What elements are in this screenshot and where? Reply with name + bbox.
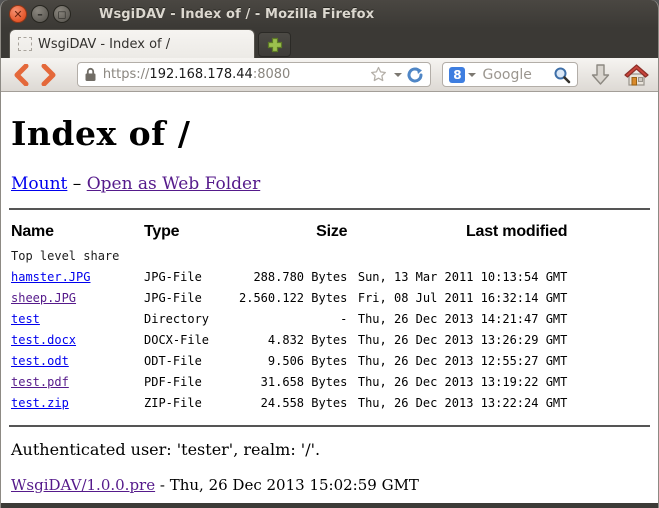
file-type: Directory <box>144 308 239 329</box>
table-row: hamster.JPG JPG-File 288.780 Bytes Sun, … <box>11 266 567 287</box>
column-header-name: Name <box>11 219 144 245</box>
file-size: 24.558 Bytes <box>239 392 347 413</box>
column-header-last-modified: Last modified <box>347 219 567 245</box>
page-title: Index of / <box>11 114 650 153</box>
search-engine-icon[interactable]: 8 <box>449 67 465 83</box>
table-row: test Directory - Thu, 26 Dec 2013 14:21:… <box>11 308 567 329</box>
file-modified: Thu, 26 Dec 2013 13:22:24 GMT <box>347 392 567 413</box>
file-modified: Fri, 08 Jul 2011 16:32:14 GMT <box>347 287 567 308</box>
file-type: JPG-File <box>144 266 239 287</box>
file-modified: Thu, 26 Dec 2013 13:19:22 GMT <box>347 371 567 392</box>
auth-status: Authenticated user: 'tester', realm: '/'… <box>11 440 650 459</box>
reload-icon[interactable] <box>406 66 424 84</box>
file-type: JPG-File <box>144 287 239 308</box>
file-size: 2.560.122 Bytes <box>239 287 347 308</box>
action-links: Mount – Open as Web Folder <box>11 174 650 194</box>
url-text: https://192.168.178.44:8080 <box>103 67 371 82</box>
search-magnifier-icon[interactable] <box>553 66 571 84</box>
file-size: 4.832 Bytes <box>239 329 347 350</box>
file-link[interactable]: test.odt <box>11 354 69 368</box>
tab-favicon-placeholder-icon <box>18 37 32 51</box>
table-row: test.odt ODT-File 9.506 Bytes Thu, 26 De… <box>11 350 567 371</box>
url-host: 192.168.178.44 <box>149 67 252 82</box>
file-link[interactable]: sheep.JPG <box>11 291 76 305</box>
file-size: 288.780 Bytes <box>239 266 347 287</box>
footer-timestamp: - Thu, 26 Dec 2013 15:02:59 GMT <box>155 476 419 494</box>
url-bar[interactable]: https://192.168.178.44:8080 <box>77 62 432 87</box>
share-caption: Top level share <box>11 245 567 266</box>
top-divider <box>9 208 650 210</box>
browser-tab[interactable]: WsgiDAV - Index of / <box>9 29 255 58</box>
table-header-row: Name Type Size Last modified <box>11 219 567 245</box>
file-type: ODT-File <box>144 350 239 371</box>
table-row: test.pdf PDF-File 31.658 Bytes Thu, 26 D… <box>11 371 567 392</box>
column-header-size: Size <box>239 219 347 245</box>
back-chevron-icon <box>12 64 32 86</box>
file-modified: Thu, 26 Dec 2013 13:26:29 GMT <box>347 329 567 350</box>
navigation-toolbar: https://192.168.178.44:8080 8 Google <box>1 58 658 92</box>
file-size: - <box>239 308 347 329</box>
window-title: WsgiDAV - Index of / - Mozilla Firefox <box>99 7 374 22</box>
table-row: sheep.JPG JPG-File 2.560.122 Bytes Fri, … <box>11 287 567 308</box>
forward-chevron-icon <box>38 64 58 86</box>
page-content: Index of / Mount – Open as Web Folder Na… <box>1 92 658 503</box>
search-placeholder: Google <box>482 67 553 83</box>
column-header-type: Type <box>144 219 239 245</box>
bookmark-star-icon[interactable] <box>370 66 387 83</box>
home-icon <box>623 63 650 87</box>
file-link[interactable]: test.docx <box>11 333 76 347</box>
table-row: test.zip ZIP-File 24.558 Bytes Thu, 26 D… <box>11 392 567 413</box>
bookmark-dropdown-icon[interactable] <box>394 73 402 77</box>
file-link[interactable]: hamster.JPG <box>11 270 90 284</box>
url-scheme: https:// <box>103 67 150 82</box>
file-type: PDF-File <box>144 371 239 392</box>
lock-icon <box>84 67 97 82</box>
file-size: 9.506 Bytes <box>239 350 347 371</box>
file-type: ZIP-File <box>144 392 239 413</box>
titlebar: ✕ – ◻ WsgiDAV - Index of / - Mozilla Fir… <box>1 0 658 28</box>
plus-icon <box>267 37 283 53</box>
link-separator: – <box>73 174 82 194</box>
file-table: Name Type Size Last modified Top level s… <box>11 219 567 413</box>
wsgidav-version-link[interactable]: WsgiDAV/1.0.0.pre <box>11 476 155 494</box>
tab-title: WsgiDAV - Index of / <box>38 37 170 52</box>
search-engine-dropdown-icon[interactable] <box>468 73 476 77</box>
browser-window: ✕ – ◻ WsgiDAV - Index of / - Mozilla Fir… <box>0 0 659 508</box>
file-table-body: hamster.JPG JPG-File 288.780 Bytes Sun, … <box>11 266 567 413</box>
file-link[interactable]: test.zip <box>11 396 69 410</box>
downloads-button[interactable] <box>590 63 611 86</box>
file-modified: Thu, 26 Dec 2013 14:21:47 GMT <box>347 308 567 329</box>
file-link[interactable]: test.pdf <box>11 375 69 389</box>
forward-button[interactable] <box>35 62 61 88</box>
open-web-folder-link[interactable]: Open as Web Folder <box>87 174 261 194</box>
new-tab-button[interactable] <box>258 32 291 57</box>
share-caption-row: Top level share <box>11 245 567 266</box>
window-maximize-button[interactable]: ◻ <box>53 5 71 23</box>
download-arrow-icon <box>590 63 611 86</box>
file-link[interactable]: test <box>11 312 40 326</box>
file-modified: Thu, 26 Dec 2013 12:55:27 GMT <box>347 350 567 371</box>
mount-link[interactable]: Mount <box>11 174 67 194</box>
file-modified: Sun, 13 Mar 2011 10:13:54 GMT <box>347 266 567 287</box>
server-footer: WsgiDAV/1.0.0.pre - Thu, 26 Dec 2013 15:… <box>11 476 650 494</box>
file-size: 31.658 Bytes <box>239 371 347 392</box>
tab-bar: WsgiDAV - Index of / <box>1 28 658 58</box>
window-minimize-button[interactable]: – <box>31 5 49 23</box>
search-bar[interactable]: 8 Google <box>442 62 578 87</box>
window-close-button[interactable]: ✕ <box>9 5 27 23</box>
back-button[interactable] <box>9 62 35 88</box>
file-type: DOCX-File <box>144 329 239 350</box>
table-row: test.docx DOCX-File 4.832 Bytes Thu, 26 … <box>11 329 567 350</box>
window-bottom-border <box>1 503 658 508</box>
url-port: :8080 <box>253 67 290 82</box>
bottom-divider <box>9 425 650 427</box>
home-button[interactable] <box>623 63 650 87</box>
